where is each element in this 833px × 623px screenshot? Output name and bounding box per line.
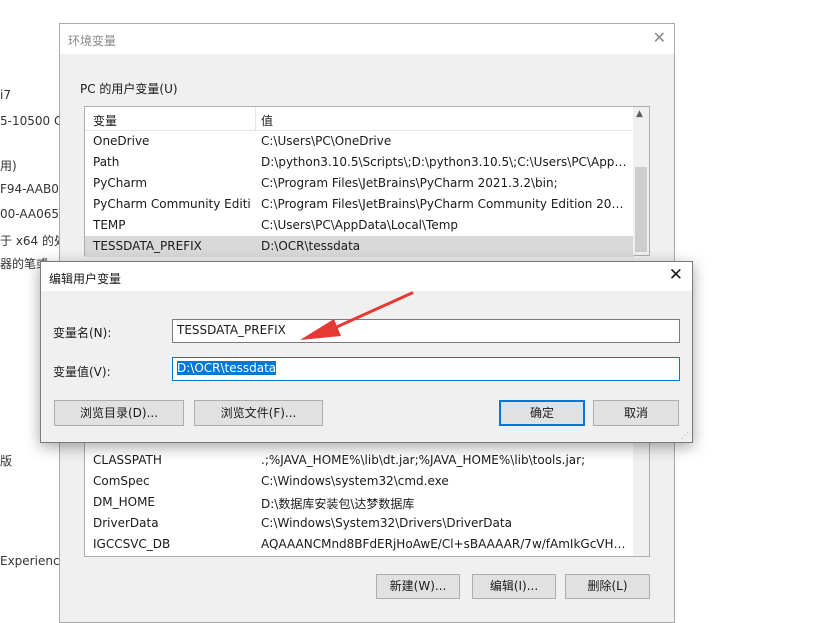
annotation-arrow-layer [300, 291, 414, 340]
annotation-arrow-icon [300, 291, 414, 340]
